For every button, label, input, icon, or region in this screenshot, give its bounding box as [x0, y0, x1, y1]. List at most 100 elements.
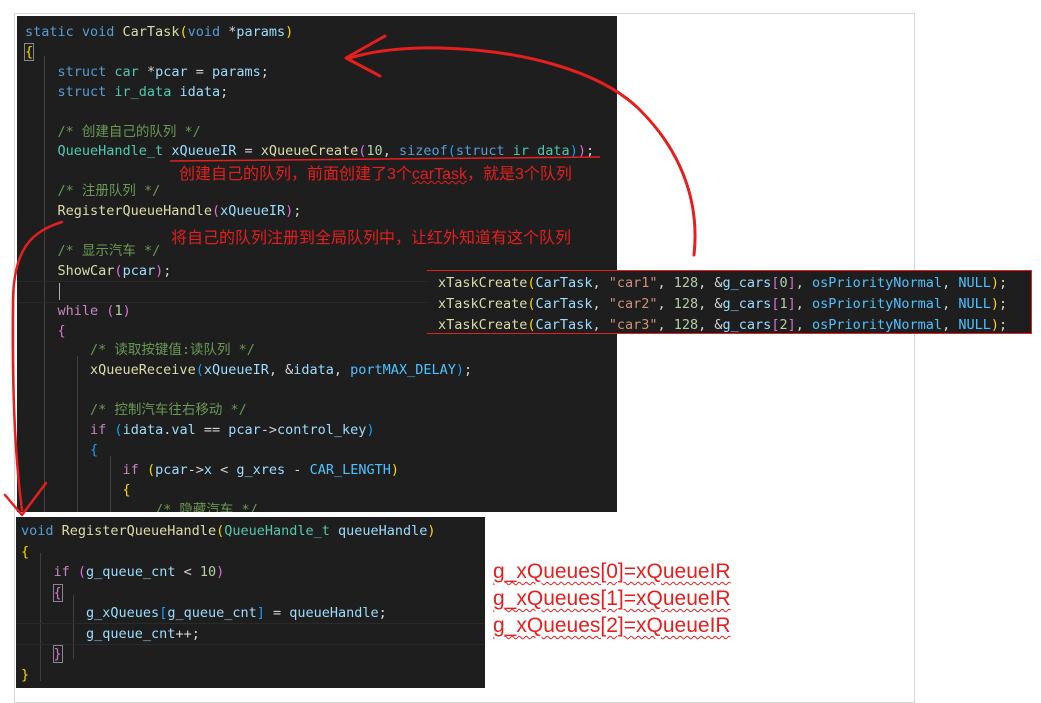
code-token: ,	[657, 296, 674, 312]
code-token: g_cars	[722, 296, 772, 312]
code-token: CarTask	[122, 24, 180, 40]
code-token: RegisterQueueHandle	[61, 523, 217, 539]
code-token: (	[527, 275, 536, 291]
code-token: ir_data	[512, 143, 570, 160]
code-token: )	[366, 422, 375, 438]
code-token: (	[211, 203, 221, 220]
code-token: ==	[195, 422, 229, 438]
code-token: queueHandle	[338, 523, 428, 539]
code-token: ,	[333, 362, 351, 379]
code-token: xQueueReceive	[90, 362, 196, 379]
code-token: g_queue_cnt	[86, 625, 176, 642]
code-token: portMAX_DELAY	[350, 362, 456, 379]
code-token: CarTask	[535, 296, 593, 312]
code-token: RegisterQueueHandle	[57, 203, 212, 220]
code-token: 1	[114, 302, 123, 319]
code-token: ;	[260, 63, 269, 80]
code-token: xQueueIR	[203, 362, 269, 379]
code-token: osPriorityNormal	[812, 275, 943, 291]
code-line: }	[21, 644, 485, 664]
code-token: )	[427, 523, 436, 539]
code-token: NULL	[958, 317, 991, 333]
code-token: )	[990, 296, 999, 312]
code-token: (	[146, 461, 156, 478]
code-token: ,	[942, 296, 959, 312]
code-token: /* 注册队列 */	[57, 183, 161, 200]
code-token: 10	[199, 564, 217, 580]
code-token: control_key	[277, 422, 367, 438]
code-token: struct	[455, 143, 513, 160]
code-token: 2	[779, 317, 788, 333]
code-token: (	[179, 24, 188, 40]
code-line: {	[25, 440, 617, 460]
code-token: sizeof	[398, 143, 448, 160]
code-token: NULL	[958, 275, 991, 291]
code-token: }	[21, 666, 30, 683]
code-token: )	[216, 564, 225, 580]
code-token: =	[236, 143, 261, 160]
code-token: )	[990, 275, 999, 291]
code-token: {	[122, 481, 131, 498]
code-token: struct	[57, 83, 115, 100]
code-token: if	[53, 564, 78, 580]
code-line: {	[25, 480, 617, 500]
code-token: )	[122, 302, 131, 319]
code-token: ;	[163, 262, 172, 279]
code-token: ;	[463, 362, 473, 379]
code-token: ;	[378, 605, 387, 621]
code-token: )	[285, 24, 294, 40]
code-token: ;	[293, 203, 302, 220]
code-token: <	[212, 461, 237, 478]
code-token: g_xQueues	[86, 605, 160, 621]
code-token: ,	[592, 275, 609, 291]
code-token: 128	[673, 275, 699, 291]
code-token: g_queue_cnt	[86, 564, 176, 580]
code-line: /* 读取按键值:读队列 */	[25, 340, 617, 360]
code-line: /* 隐藏汽车 */	[25, 500, 617, 512]
code-line: if (pcar->x < g_xres - CAR_LENGTH)	[25, 460, 617, 480]
code-token: 0	[779, 275, 788, 291]
code-token: /* 显示汽车 */	[57, 242, 161, 259]
code-token: params	[236, 24, 286, 40]
code-token: osPriorityNormal	[812, 317, 943, 333]
code-token: /* 读取按键值:读队列 */	[90, 342, 255, 359]
code-line: xTaskCreate(CarTask, "car2", 128, &g_car…	[438, 294, 1031, 314]
code-token: xQueueCreate	[260, 143, 359, 160]
code-token: "car2"	[608, 296, 658, 312]
code-token: struct	[57, 63, 115, 80]
code-token: xTaskCreate	[438, 317, 528, 333]
code-token: ,	[657, 317, 674, 333]
code-token: CAR_LENGTH	[309, 461, 391, 478]
code-token: ;	[220, 83, 229, 100]
code-line: void RegisterQueueHandle(QueueHandle_t q…	[21, 521, 485, 541]
code-token: pcar	[155, 63, 188, 80]
annotation-text: ，就是3个队列	[467, 166, 572, 183]
code-line: static void CarTask(void *params)	[25, 22, 617, 42]
code-token: 128	[673, 296, 699, 312]
code-token: (	[77, 564, 87, 580]
code-token: =	[187, 63, 212, 80]
code-token: void	[81, 24, 123, 40]
queue-note-line: g_xQueues[2]=xQueueIR	[493, 614, 731, 637]
code-token: ,	[592, 296, 609, 312]
code-line: {	[21, 583, 485, 603]
code-line: QueueHandle_t xQueueIR = xQueueCreate (10…	[25, 141, 617, 161]
code-token: params	[211, 63, 261, 80]
code-token: xQueueIR	[220, 203, 286, 220]
code-token: ++;	[175, 625, 200, 642]
code-token: )	[390, 461, 399, 478]
code-line: {	[23, 42, 617, 62]
code-token: {	[52, 583, 63, 602]
